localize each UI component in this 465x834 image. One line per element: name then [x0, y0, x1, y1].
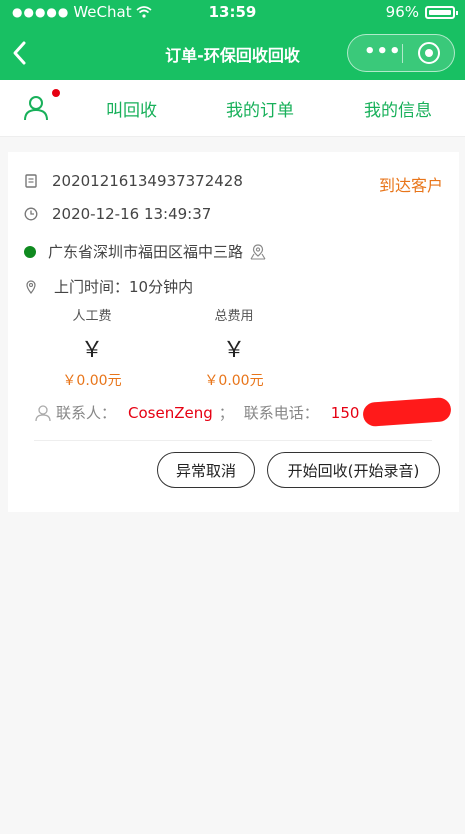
- clock-icon: [24, 207, 38, 221]
- contact-person-icon: [35, 404, 51, 421]
- phone-redaction: [362, 396, 452, 428]
- order-card: 20201216134937372428 到达客户 2020-12-16 13:…: [8, 152, 459, 512]
- map-location-icon[interactable]: [249, 243, 267, 261]
- tab-call-recycle[interactable]: 叫回收: [106, 96, 157, 121]
- document-icon: [25, 174, 37, 188]
- visit-time-row: 上门时间：10分钟内: [24, 276, 193, 297]
- order-status: 到达客户: [378, 176, 443, 195]
- order-id: 20201216134937372428: [52, 172, 243, 190]
- notification-dot: [52, 89, 60, 97]
- card-divider: [34, 440, 432, 441]
- battery-icon: [425, 5, 458, 19]
- total-fee-amount: ￥0.00元: [204, 373, 264, 389]
- order-datetime: 2020-12-16 13:49:37: [52, 205, 212, 223]
- phone-label: 联系电话：: [243, 404, 319, 422]
- start-recycle-button[interactable]: 开始回收(开始录音): [267, 452, 440, 488]
- contact-separator: ；: [218, 404, 234, 422]
- contact-row: 联系人： CosenZeng ； 联系电话： 150: [34, 402, 359, 423]
- address-row: 广东省深圳市福田区福中三路: [24, 241, 267, 262]
- tab-my-orders[interactable]: 我的订单: [226, 96, 294, 121]
- total-fee: 总费用 ￥ ￥0.00元: [184, 305, 284, 390]
- visit-time: 上门时间：10分钟内: [54, 278, 194, 296]
- phone-number[interactable]: 150: [331, 404, 360, 422]
- labor-fee: 人工费 ￥ ￥0.00元: [42, 305, 142, 390]
- yen-icon: ￥: [80, 338, 103, 363]
- user-icon[interactable]: [22, 94, 50, 122]
- battery-percent: 96%: [385, 3, 419, 21]
- close-miniprogram-icon[interactable]: [418, 42, 440, 64]
- order-id-row: 20201216134937372428: [24, 172, 243, 190]
- location-pin-icon: [26, 279, 36, 294]
- tab-my-info[interactable]: 我的信息: [364, 96, 432, 121]
- more-icon[interactable]: •••: [364, 43, 402, 61]
- status-bar: ●●●●● WeChat 13:59 96%: [0, 0, 465, 26]
- top-bar: ●●●●● WeChat 13:59 96% 订单-环保回收回收 •••: [0, 0, 465, 80]
- yen-icon: ￥: [222, 338, 245, 363]
- contact-name: CosenZeng: [128, 403, 213, 422]
- order-time-row: 2020-12-16 13:49:37: [24, 205, 211, 223]
- nav-bar: 订单-环保回收回收 •••: [0, 28, 465, 80]
- abnormal-cancel-button[interactable]: 异常取消: [157, 452, 255, 488]
- total-fee-label: 总费用: [214, 309, 254, 324]
- miniprogram-capsule: •••: [347, 34, 455, 72]
- address-text: 广东省深圳市福田区福中三路: [48, 243, 244, 261]
- contact-label: 联系人：: [56, 404, 117, 422]
- capsule-divider: [402, 44, 403, 63]
- labor-fee-label: 人工费: [72, 309, 112, 324]
- address-dot: [24, 245, 36, 258]
- tab-bar: 叫回收 我的订单 我的信息: [0, 80, 465, 137]
- labor-fee-amount: ￥0.00元: [62, 373, 122, 389]
